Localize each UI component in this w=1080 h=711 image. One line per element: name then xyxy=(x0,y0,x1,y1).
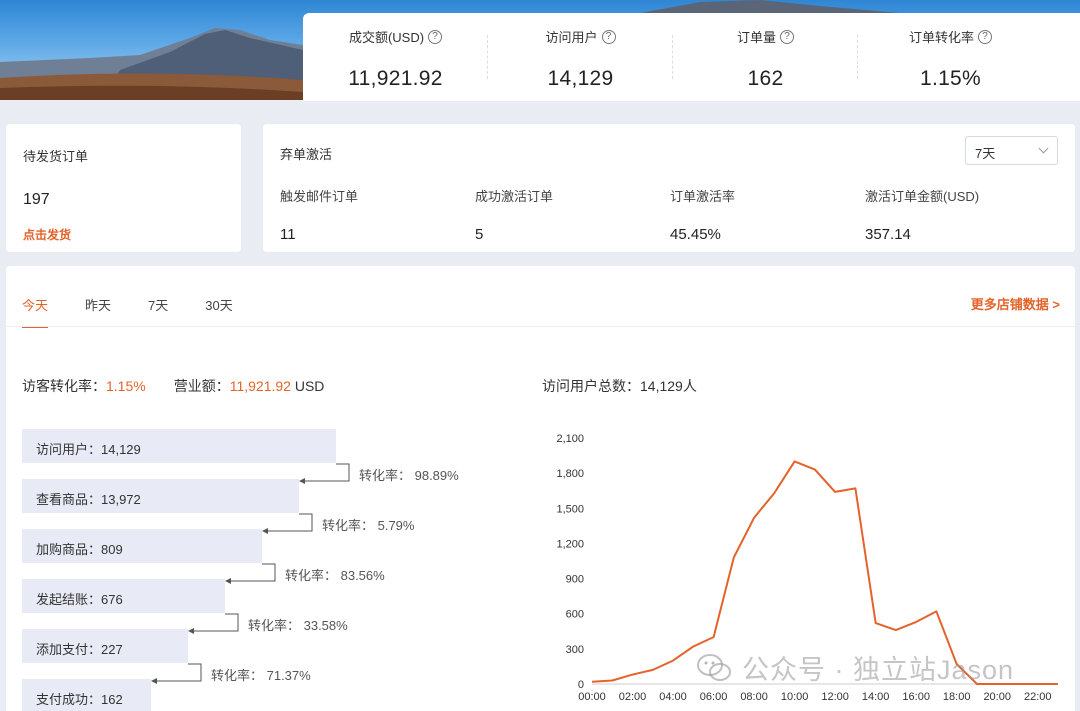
metric-value: 11 xyxy=(280,226,296,243)
kpi-value: 14,129 xyxy=(547,67,614,90)
chevron-down-icon xyxy=(1038,143,1049,154)
metric-label: 成功激活订单 xyxy=(475,189,554,204)
kpi-value: 1.15% xyxy=(919,67,982,90)
y-tick-label: 600 xyxy=(566,609,584,621)
abandon-recovery-title: 弃单激活 xyxy=(280,147,333,162)
metric-label: 订单激活率 xyxy=(670,189,736,204)
funnel-rate: 转化率： 98.89% xyxy=(359,468,459,483)
help-icon[interactable]: ? xyxy=(780,29,794,44)
kpi-label: 订单转化率 xyxy=(908,30,974,45)
kpi-value: 11,921.92 xyxy=(348,67,443,90)
metric-recovered-orders: 成功激活订单 5 xyxy=(475,186,670,243)
funnel-rate: 转化率： 5.79% xyxy=(322,518,415,533)
store-analytics-panel: 今天 昨天 7天 30天 更多店铺数据 > 访客转化率：1.15% 营业额：11,… xyxy=(6,266,1075,711)
x-tick-label: 10:00 xyxy=(781,691,809,703)
kpi-conversion: 订单转化率? 1.15% xyxy=(858,13,1043,101)
kpi-visitors: 访问用户? 14,129 xyxy=(488,13,673,101)
x-tick-label: 18:00 xyxy=(943,691,971,703)
wechat-icon xyxy=(697,653,731,681)
kpi-sales: 成交额(USD)? 11,921.92 xyxy=(303,13,488,101)
y-tick-label: 1,800 xyxy=(556,468,584,480)
x-tick-label: 00:00 xyxy=(578,691,606,703)
metric-label: 触发邮件订单 xyxy=(280,189,359,204)
watermark-text: 公众号 · 独立站Jason xyxy=(742,655,1015,685)
pending-orders-card: 待发货订单 197 点击发货 xyxy=(6,124,241,252)
metric-recovered-amount: 激活订单金额(USD) 357.14 xyxy=(865,186,1060,243)
watermark: 公众号 · 独立站Jason xyxy=(696,648,1014,687)
funnel-rate: 转化率： 83.56% xyxy=(285,568,385,583)
x-tick-label: 08:00 xyxy=(740,691,768,703)
x-tick-label: 04:00 xyxy=(659,691,687,703)
x-tick-label: 22:00 xyxy=(1024,691,1052,703)
abandon-recovery-card: 弃单激活 7天 触发邮件订单 11 成功激活订单 5 订单激活率 45.45% … xyxy=(263,124,1075,252)
metric-value: 5 xyxy=(475,226,484,243)
metric-value: 357.14 xyxy=(865,226,911,243)
metric-value: 45.45% xyxy=(670,226,721,243)
x-tick-label: 02:00 xyxy=(619,691,647,703)
more-store-data-link[interactable]: 更多店铺数据 > xyxy=(971,294,1060,313)
help-icon[interactable]: ? xyxy=(428,29,443,44)
funnel-rate: 转化率： 71.37% xyxy=(211,668,311,683)
x-tick-label: 20:00 xyxy=(983,691,1011,703)
metric-triggered-emails: 触发邮件订单 11 xyxy=(280,186,475,243)
x-tick-label: 14:00 xyxy=(862,691,890,703)
kpi-summary-card: 成交额(USD)? 11,921.92 访问用户? 14,129 订单量? 16… xyxy=(303,13,1080,101)
kpi-label: 成交额(USD) xyxy=(348,30,425,45)
funnel-rate: 转化率： 33.58% xyxy=(248,618,348,633)
kpi-label: 订单量 xyxy=(736,30,776,45)
x-tick-label: 16:00 xyxy=(902,691,930,703)
kpi-orders: 订单量? 162 xyxy=(673,13,858,101)
kpi-label: 访问用户 xyxy=(545,30,598,45)
kpi-value: 162 xyxy=(747,67,784,90)
y-tick-label: 2,100 xyxy=(556,433,584,445)
pending-orders-title: 待发货订单 xyxy=(23,149,89,164)
help-icon[interactable]: ? xyxy=(978,29,992,44)
date-range-select[interactable]: 7天 xyxy=(965,136,1058,165)
x-tick-label: 12:00 xyxy=(821,691,849,703)
y-tick-label: 1,200 xyxy=(556,538,584,550)
x-tick-label: 06:00 xyxy=(700,691,728,703)
date-range-value: 7天 xyxy=(975,146,996,161)
metric-label: 激活订单金额(USD) xyxy=(865,189,980,204)
metric-recovery-rate: 订单激活率 45.45% xyxy=(670,186,865,243)
ship-now-link[interactable]: 点击发货 xyxy=(23,226,241,243)
y-tick-label: 300 xyxy=(566,644,584,656)
pending-orders-count: 197 xyxy=(23,191,50,208)
y-tick-label: 0 xyxy=(578,679,584,691)
y-tick-label: 900 xyxy=(566,574,584,586)
help-icon[interactable]: ? xyxy=(601,29,616,44)
visitors-total: 访问用户总数：14,129人 xyxy=(542,378,697,394)
y-tick-label: 1,500 xyxy=(556,503,584,515)
funnel-connectors xyxy=(151,463,350,684)
